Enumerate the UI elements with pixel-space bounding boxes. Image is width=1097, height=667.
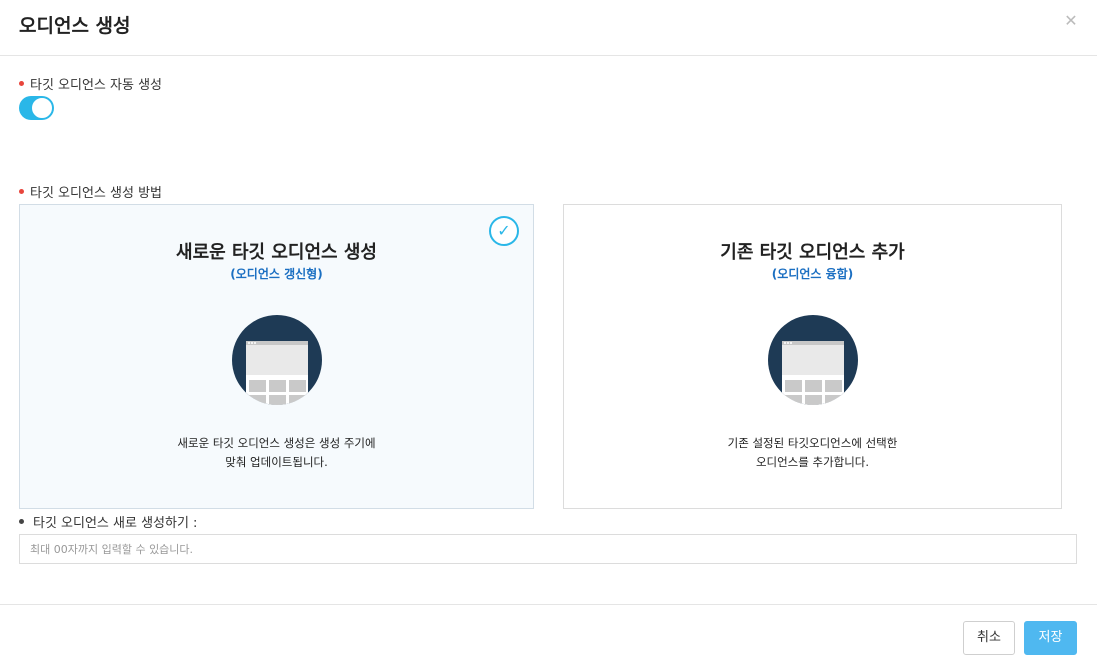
option-desc-line: 맞춰 업데이트됩니다. (225, 455, 328, 469)
required-dot-icon (19, 189, 24, 194)
close-icon[interactable]: ✕ (1062, 12, 1080, 30)
auto-create-label: 타깃 오디언스 자동 생성 (30, 78, 162, 93)
option-title: 새로운 타깃 오디언스 생성 (176, 242, 377, 263)
bullet-dot-icon (19, 519, 24, 524)
option-description: 기존 설정된 타깃오디언스에 선택한 오디언스를 추가합니다. (564, 434, 1061, 472)
new-audience-label: 타깃 오디언스 새로 생성하기 : (33, 516, 198, 531)
option-subtitle: (오디언스 융합) (771, 267, 854, 281)
browser-window-icon (231, 315, 322, 405)
option-desc-line: 새로운 타깃 오디언스 생성은 생성 주기에 (177, 436, 376, 450)
option-description: 새로운 타깃 오디언스 생성은 생성 주기에 맞춰 업데이트됩니다. (20, 434, 533, 472)
option-title: 기존 타깃 오디언스 추가 (720, 242, 905, 263)
option-desc-line: 기존 설정된 타깃오디언스에 선택한 (727, 436, 898, 450)
auto-create-label-row: 타깃 오디언스 자동 생성 (19, 74, 162, 93)
option-desc-line: 오디언스를 추가합니다. (755, 455, 870, 469)
browser-window-icon (767, 315, 858, 405)
method-label-row: 타깃 오디언스 생성 방법 (19, 182, 162, 201)
dialog-title: 오디언스 생성 (19, 15, 131, 37)
save-button[interactable]: 저장 (1024, 621, 1077, 655)
option-card-new-audience[interactable]: ✓ 새로운 타깃 오디언스 생성 (오디언스 갱신형) 새로운 타깃 오디언스 … (19, 204, 534, 509)
dialog-header: 오디언스 생성 ✕ (0, 0, 1097, 56)
new-audience-name-input[interactable] (19, 534, 1077, 564)
new-audience-label-row: 타깃 오디언스 새로 생성하기 : (19, 512, 197, 531)
option-card-existing-audience[interactable]: 기존 타깃 오디언스 추가 (오디언스 융합) 기존 설정된 타깃오디언스에 선… (563, 204, 1062, 509)
cancel-button[interactable]: 취소 (963, 621, 1015, 655)
option-subtitle: (오디언스 갱신형) (230, 267, 323, 281)
method-label: 타깃 오디언스 생성 방법 (30, 186, 162, 201)
dialog-footer: 취소 저장 (0, 604, 1097, 667)
required-dot-icon (19, 81, 24, 86)
toggle-knob (31, 97, 53, 119)
auto-create-toggle[interactable] (19, 96, 54, 120)
